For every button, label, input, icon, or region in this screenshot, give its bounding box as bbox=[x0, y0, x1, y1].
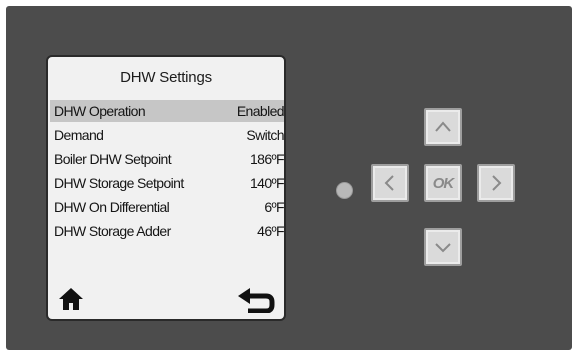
row-value: Switch bbox=[246, 127, 284, 143]
row-label: DHW Operation bbox=[54, 103, 146, 119]
menu-row-dhw-storage-setpoint[interactable]: DHW Storage Setpoint 140ºF bbox=[50, 172, 284, 194]
chevron-right-icon bbox=[492, 175, 502, 191]
status-led bbox=[336, 182, 353, 199]
controller-device: DHW Settings DHW Operation Enabled Deman… bbox=[0, 0, 574, 356]
row-label: Boiler DHW Setpoint bbox=[54, 151, 172, 167]
row-value: Enabled bbox=[236, 103, 284, 119]
chevron-down-icon bbox=[435, 243, 451, 253]
row-value: 6ºF bbox=[264, 199, 284, 215]
left-button[interactable] bbox=[371, 164, 409, 202]
row-label: DHW Storage Setpoint bbox=[54, 175, 184, 191]
row-value: 186ºF bbox=[249, 151, 284, 167]
return-arrow-icon[interactable] bbox=[236, 287, 276, 314]
row-label: Demand bbox=[54, 127, 104, 143]
row-label: DHW Storage Adder bbox=[54, 223, 171, 239]
right-button[interactable] bbox=[477, 164, 515, 202]
row-value: 46ºF bbox=[257, 223, 284, 239]
lcd-screen: DHW Settings DHW Operation Enabled Deman… bbox=[46, 55, 286, 321]
ok-label: OK bbox=[432, 174, 454, 192]
row-value: 140ºF bbox=[249, 175, 284, 191]
up-button[interactable] bbox=[424, 108, 462, 146]
menu-row-dhw-storage-adder[interactable]: DHW Storage Adder 46ºF bbox=[50, 220, 284, 242]
menu-row-demand[interactable]: Demand Switch bbox=[50, 124, 284, 146]
menu-row-dhw-on-differential[interactable]: DHW On Differential 6ºF bbox=[50, 196, 284, 218]
controller-panel: DHW Settings DHW Operation Enabled Deman… bbox=[6, 6, 572, 350]
screen-title: DHW Settings bbox=[120, 69, 212, 86]
ok-button[interactable]: OK bbox=[424, 164, 462, 202]
chevron-left-icon bbox=[384, 175, 394, 191]
row-label: DHW On Differential bbox=[54, 199, 170, 215]
home-icon[interactable] bbox=[58, 287, 84, 311]
chevron-up-icon bbox=[435, 121, 451, 132]
menu-row-boiler-dhw-setpoint[interactable]: Boiler DHW Setpoint 186ºF bbox=[50, 148, 284, 170]
menu-row-dhw-operation[interactable]: DHW Operation Enabled bbox=[50, 100, 284, 122]
down-button[interactable] bbox=[424, 228, 462, 266]
